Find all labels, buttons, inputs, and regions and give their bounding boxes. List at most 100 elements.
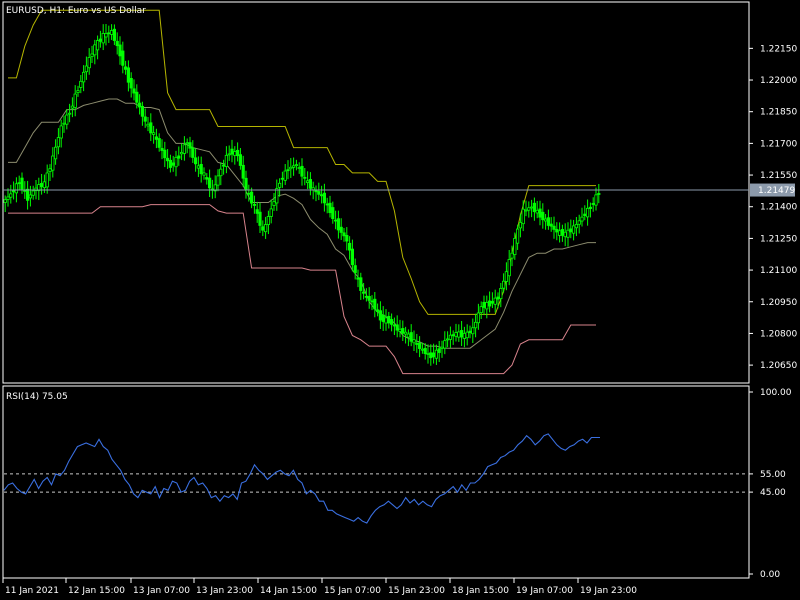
candle-body	[336, 218, 341, 231]
time-axis-label: 18 Jan 15:00	[452, 586, 509, 596]
candle-body	[347, 242, 352, 251]
candle-body	[171, 162, 175, 166]
candle-body	[199, 164, 203, 175]
candle-body	[193, 157, 198, 165]
candle-body	[392, 324, 397, 327]
candle-body	[104, 33, 108, 38]
candle-body	[546, 217, 551, 226]
candle-body	[417, 342, 422, 349]
candle-body	[9, 193, 13, 198]
candle-body	[227, 153, 231, 156]
candle-body	[378, 310, 383, 321]
price-axis-label: 1.21550	[760, 171, 797, 181]
candle-body	[179, 152, 184, 155]
candle-body	[216, 175, 220, 186]
candle-body	[333, 219, 338, 222]
candle-body	[367, 296, 371, 301]
candle-body	[457, 331, 461, 338]
candle-body	[412, 339, 416, 344]
candle-body	[373, 298, 377, 310]
candle-body	[588, 206, 593, 209]
candle-body	[485, 301, 489, 310]
candle-body	[196, 165, 200, 169]
time-axis-label: 13 Jan 23:00	[196, 586, 253, 596]
candle-body	[476, 312, 481, 324]
candle-body	[6, 196, 10, 200]
candle-body	[70, 105, 74, 109]
candle-body	[359, 277, 363, 291]
candle-body	[443, 340, 447, 349]
candle-body	[68, 112, 72, 115]
candle-body	[468, 330, 472, 334]
candle-body	[370, 300, 374, 303]
candle-body	[168, 159, 172, 168]
candle-body	[188, 142, 192, 149]
candle-body	[423, 347, 427, 355]
candle-body	[258, 211, 262, 226]
candle-body	[527, 207, 531, 211]
time-axis-label: 13 Jan 07:00	[133, 586, 190, 596]
time-axis-label: 15 Jan 23:00	[388, 586, 445, 596]
candle-body	[532, 202, 537, 213]
price-plot-area[interactable]	[3, 9, 601, 375]
price-axis-label: 1.20800	[760, 329, 797, 339]
candle-body	[48, 168, 52, 172]
candle-body	[459, 330, 464, 338]
candle-body	[552, 225, 556, 230]
candle-body	[294, 164, 299, 167]
candle-body	[364, 295, 369, 298]
candle-body	[202, 172, 206, 176]
candle-body	[445, 338, 450, 341]
candle-body	[516, 228, 520, 244]
candle-body	[252, 204, 256, 206]
candle-body	[496, 296, 500, 300]
candle-body	[499, 288, 503, 300]
candle-body	[263, 224, 268, 233]
price-chart-title: EURUSD, H1: Euro vs US Dollar	[6, 6, 146, 16]
candle-body	[11, 190, 16, 193]
time-axis-label: 12 Jan 15:00	[68, 586, 125, 596]
rsi-plot-area[interactable]	[3, 433, 748, 524]
candle-body	[129, 77, 133, 89]
candle-body	[118, 44, 122, 57]
candle-body	[451, 334, 455, 337]
candle-body	[300, 165, 304, 177]
candle-body	[283, 170, 287, 181]
candle-body	[535, 209, 539, 214]
candle-body	[591, 203, 595, 205]
candle-body	[241, 164, 245, 179]
candle-body	[513, 238, 517, 255]
candle-body	[54, 146, 58, 160]
candle-body	[448, 334, 453, 340]
price-axis-label: 1.22150	[760, 44, 797, 54]
candle-body	[577, 220, 581, 225]
time-axis-label: 11 Jan 2021	[5, 586, 59, 596]
candle-body	[471, 327, 475, 335]
price-axis: 1.22150 1.22000 1.21850 1.21700 1.21550 1.214…	[749, 44, 797, 371]
candle-body	[126, 67, 130, 83]
time-axis: 11 Jan 2021 12 Jan 15:00 13 Jan 07:00 13 Ja…	[2, 578, 637, 596]
candle-body	[140, 105, 144, 117]
candle-body	[339, 226, 343, 233]
candle-body	[247, 192, 251, 195]
candle-body	[487, 300, 492, 307]
candle-body	[586, 207, 590, 218]
candle-body	[87, 57, 91, 69]
candle-body	[191, 147, 195, 158]
candle-body	[569, 228, 573, 233]
candle-body	[143, 116, 147, 122]
candle-body	[572, 225, 576, 234]
candle-body	[544, 218, 548, 222]
candle-body	[205, 177, 209, 180]
candle-body	[325, 203, 329, 206]
candle-body	[437, 348, 441, 353]
candle-body	[165, 157, 170, 162]
candle-body	[482, 301, 486, 308]
price-axis-label: 1.21700	[760, 139, 797, 149]
candle-body	[560, 229, 565, 236]
candle-body	[101, 33, 105, 44]
candle-body	[255, 209, 259, 214]
candle-body	[84, 65, 88, 73]
candle-body	[473, 321, 478, 329]
candle-body	[465, 331, 469, 339]
